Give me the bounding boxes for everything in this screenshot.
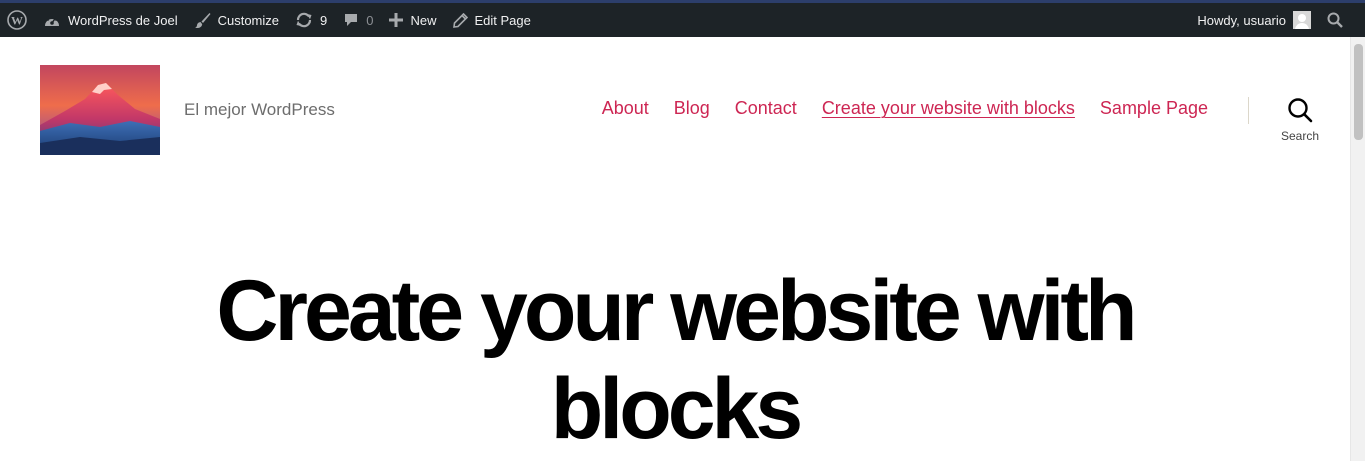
search-icon bbox=[1288, 98, 1313, 123]
edit-page-link[interactable]: Edit Page bbox=[445, 3, 539, 37]
nav-item-sample-page[interactable]: Sample Page bbox=[1100, 98, 1208, 119]
dashboard-gauge-icon bbox=[45, 16, 59, 26]
svg-text:W: W bbox=[11, 14, 23, 28]
paintbrush-icon bbox=[194, 12, 211, 28]
site-name-menu[interactable]: WordPress de Joel bbox=[35, 3, 186, 37]
new-content-menu[interactable]: New bbox=[381, 3, 444, 37]
page-title: Create your website with blocks bbox=[0, 262, 1350, 458]
pencil-icon bbox=[452, 12, 468, 28]
wordpress-logo-icon: W bbox=[7, 10, 27, 30]
nav-item-contact[interactable]: Contact bbox=[735, 98, 797, 119]
search-label: Search bbox=[1280, 129, 1320, 143]
site-name-label: WordPress de Joel bbox=[68, 12, 178, 28]
nav-item-blog[interactable]: Blog bbox=[674, 98, 710, 119]
mountain-sunset-image bbox=[40, 65, 160, 155]
comments-link[interactable]: 0 bbox=[335, 3, 381, 37]
scrollbar-thumb[interactable] bbox=[1354, 44, 1363, 140]
page-title-line-2: blocks bbox=[550, 361, 803, 457]
admin-bar-left: W WordPress de Joel Customize 9 0 New Ed… bbox=[0, 3, 539, 37]
howdy-text: Howdy, usuario bbox=[1197, 12, 1286, 28]
comments-count: 0 bbox=[366, 12, 374, 28]
nav-item-create-website[interactable]: Create your website with blocks bbox=[822, 98, 1075, 119]
updates-count: 9 bbox=[320, 12, 328, 28]
edit-page-label: Edit Page bbox=[474, 12, 531, 28]
page-title-line-1: Create your website with bbox=[216, 263, 1137, 359]
page-scrollbar[interactable] bbox=[1350, 37, 1365, 461]
search-icon bbox=[1327, 12, 1343, 28]
admin-bar: W WordPress de Joel Customize 9 0 New Ed… bbox=[0, 0, 1365, 37]
updates-icon bbox=[296, 12, 312, 28]
customize-label: Customize bbox=[217, 12, 280, 28]
header-divider bbox=[1248, 97, 1249, 124]
wordpress-menu[interactable]: W bbox=[0, 3, 35, 37]
admin-search-toggle[interactable] bbox=[1319, 3, 1365, 37]
search-toggle-button[interactable]: Search bbox=[1270, 97, 1330, 145]
site-description: El mejor WordPress bbox=[184, 100, 335, 119]
customize-link[interactable]: Customize bbox=[186, 3, 287, 37]
my-account-menu[interactable]: Howdy, usuario bbox=[1189, 3, 1319, 37]
avatar bbox=[1293, 11, 1311, 29]
nav-item-about[interactable]: About bbox=[602, 98, 649, 119]
site-logo[interactable] bbox=[40, 65, 160, 155]
primary-navigation: About Blog Contact Create your website w… bbox=[577, 98, 1208, 119]
new-label: New bbox=[410, 12, 437, 28]
admin-bar-right: Howdy, usuario bbox=[1189, 3, 1365, 37]
plus-icon bbox=[389, 13, 404, 27]
comment-bubble-icon bbox=[345, 14, 358, 26]
updates-link[interactable]: 9 bbox=[287, 3, 335, 37]
